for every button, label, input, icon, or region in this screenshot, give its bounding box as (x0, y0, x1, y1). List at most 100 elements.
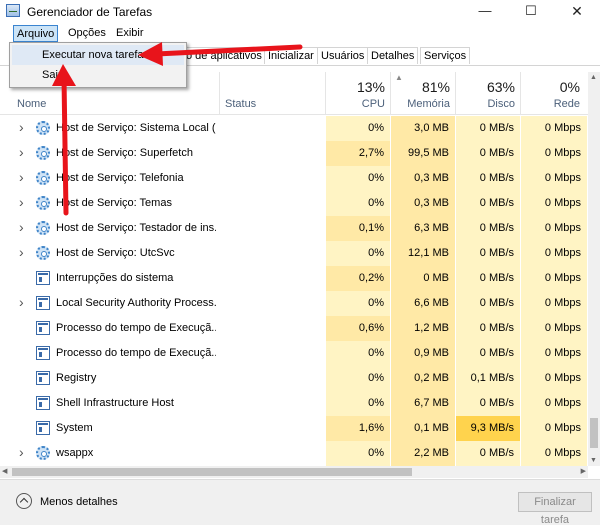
cell-memory: 0,9 MB (391, 341, 455, 366)
process-row[interactable]: Processo do tempo de Execuçã... 0,6% 1,2 M… (0, 316, 588, 341)
cell-network: 0 Mbps (521, 391, 587, 416)
collapse-chevron-icon[interactable] (16, 493, 32, 509)
process-row[interactable]: System 1,6% 0,1 MB 9,3 MB/s 0 Mbps (0, 416, 588, 441)
cell-memory: 6,6 MB (391, 291, 455, 316)
tab-services[interactable]: Serviços (420, 47, 471, 64)
process-row[interactable]: › Host de Serviço: Sistema Local (... 0% 3,… (0, 116, 588, 141)
cell-network: 0 Mbps (521, 166, 587, 191)
title-bar: Gerenciador de Tarefas — ☐ ✕ (0, 0, 600, 24)
window-app-icon (36, 346, 50, 360)
cell-network: 0 Mbps (521, 291, 587, 316)
scroll-up-icon[interactable]: ▲ (590, 74, 597, 81)
column-status[interactable]: Status (225, 98, 256, 110)
process-row[interactable]: › Host de Serviço: UtcSvc 0% 12,1 MB 0 MB/s 0… (0, 241, 588, 266)
vertical-scrollbar[interactable]: ▲ ▼ (588, 72, 600, 466)
process-row[interactable]: Shell Infrastructure Host 0% 6,7 MB 0 MB/s 0… (0, 391, 588, 416)
tab-users[interactable]: Usuários (317, 47, 369, 64)
cell-cpu: 2,7% (326, 141, 390, 166)
cell-cpu: 0% (326, 366, 390, 391)
horizontal-scroll-thumb[interactable] (12, 468, 412, 476)
cell-disk: 0 MB/s (456, 141, 520, 166)
scroll-left-icon[interactable]: ◀ (2, 467, 7, 475)
process-row[interactable]: › Host de Serviço: Temas 0% 0,3 MB 0 MB/s 0 M… (0, 191, 588, 216)
column-divider[interactable] (219, 72, 220, 114)
process-row[interactable]: › Local Security Authority Process... 0% 6,… (0, 291, 588, 316)
cell-cpu: 0% (326, 291, 390, 316)
maximize-button[interactable]: ☐ (508, 0, 554, 24)
expand-chevron-icon[interactable]: › (19, 294, 24, 310)
menu-item-exit[interactable]: Sair (12, 65, 184, 85)
expand-chevron-icon[interactable]: › (19, 119, 24, 135)
cell-network: 0 Mbps (521, 141, 587, 166)
process-name: Host de Serviço: Testador de ins... (56, 222, 216, 234)
process-name: Host de Serviço: Telefonia (56, 172, 184, 184)
process-name: System (56, 422, 93, 434)
cell-cpu: 0% (326, 241, 390, 266)
cell-network: 0 Mbps (521, 216, 587, 241)
cell-network: 0 Mbps (521, 316, 587, 341)
cell-memory: 12,1 MB (391, 241, 455, 266)
column-disk[interactable]: 63% Disco (451, 72, 515, 110)
cell-network: 0 Mbps (521, 416, 587, 441)
cell-cpu: 0,2% (326, 266, 390, 291)
process-row[interactable]: Processo do tempo de Execuçã... 0% 0,9 MB 0… (0, 341, 588, 366)
window-app-icon (36, 321, 50, 335)
tab-app-history[interactable]: o de aplicativos (182, 47, 266, 64)
cell-cpu: 0% (326, 441, 390, 466)
process-name: Shell Infrastructure Host (56, 397, 174, 409)
column-network[interactable]: 0% Rede (516, 72, 580, 110)
expand-chevron-icon[interactable]: › (19, 244, 24, 260)
expand-chevron-icon[interactable]: › (19, 444, 24, 460)
gear-icon (36, 196, 50, 210)
minimize-button[interactable]: — (462, 0, 508, 24)
menu-file[interactable]: Arquivo (13, 25, 58, 42)
process-row[interactable]: › Host de Serviço: Testador de ins... 0,1%… (0, 216, 588, 241)
cell-memory: 99,5 MB (391, 141, 455, 166)
cell-memory: 0,3 MB (391, 166, 455, 191)
process-name: Host de Serviço: Sistema Local (... (56, 122, 216, 134)
process-row[interactable]: Interrupções do sistema 0,2% 0 MB 0 MB/s 0 M… (0, 266, 588, 291)
menu-options[interactable]: Opções (64, 25, 110, 42)
cell-memory: 0,2 MB (391, 366, 455, 391)
cell-network: 0 Mbps (521, 366, 587, 391)
process-row[interactable]: Registry 0% 0,2 MB 0,1 MB/s 0 Mbps (0, 366, 588, 391)
expand-chevron-icon[interactable]: › (19, 169, 24, 185)
end-task-button[interactable]: Finalizar tarefa (518, 492, 592, 526)
fewer-details-link[interactable]: Menos detalhes (40, 496, 118, 508)
cell-disk: 0 MB/s (456, 241, 520, 266)
cpu-label: CPU (361, 98, 385, 110)
scroll-right-icon[interactable]: ▶ (581, 467, 586, 475)
menu-item-run-new-task[interactable]: Executar nova tarefa (12, 45, 184, 65)
cell-cpu: 0% (326, 116, 390, 141)
gear-icon (36, 221, 50, 235)
cell-network: 0 Mbps (521, 441, 587, 466)
cell-disk: 0 MB/s (456, 266, 520, 291)
close-button[interactable]: ✕ (554, 0, 600, 24)
expand-chevron-icon[interactable]: › (19, 219, 24, 235)
process-name: Registry (56, 372, 97, 384)
scroll-down-icon[interactable]: ▼ (590, 457, 597, 464)
window-app-icon (36, 421, 50, 435)
column-name[interactable]: Nome (17, 98, 46, 110)
expand-chevron-icon[interactable]: › (19, 144, 24, 160)
cell-disk: 0 MB/s (456, 191, 520, 216)
process-name: Local Security Authority Process... (56, 297, 216, 309)
gear-icon (36, 446, 50, 460)
menu-view[interactable]: Exibir (112, 25, 148, 42)
tab-startup[interactable]: Inicializar (264, 47, 318, 64)
vertical-scroll-thumb[interactable] (590, 418, 598, 448)
tab-details[interactable]: Detalhes (367, 47, 419, 64)
process-name: Host de Serviço: Temas (56, 197, 172, 209)
cell-disk: 0 MB/s (456, 116, 520, 141)
cell-network: 0 Mbps (521, 191, 587, 216)
column-cpu[interactable]: 13% CPU (321, 72, 385, 110)
cell-network: 0 Mbps (521, 241, 587, 266)
horizontal-scrollbar[interactable]: ◀ ▶ (0, 466, 588, 478)
disk-label: Disco (487, 98, 515, 110)
process-row[interactable]: › Host de Serviço: Superfetch 2,7% 99,5 MB 0… (0, 141, 588, 166)
process-row[interactable]: › Host de Serviço: Telefonia 0% 0,3 MB 0 MB/… (0, 166, 588, 191)
footer-bar: Menos detalhes Finalizar tarefa (0, 479, 600, 526)
expand-chevron-icon[interactable]: › (19, 194, 24, 210)
menu-bar: Arquivo Opções Exibir (0, 25, 600, 43)
process-row[interactable]: › wsappx 0% 2,2 MB 0 MB/s 0 Mbps (0, 441, 588, 466)
